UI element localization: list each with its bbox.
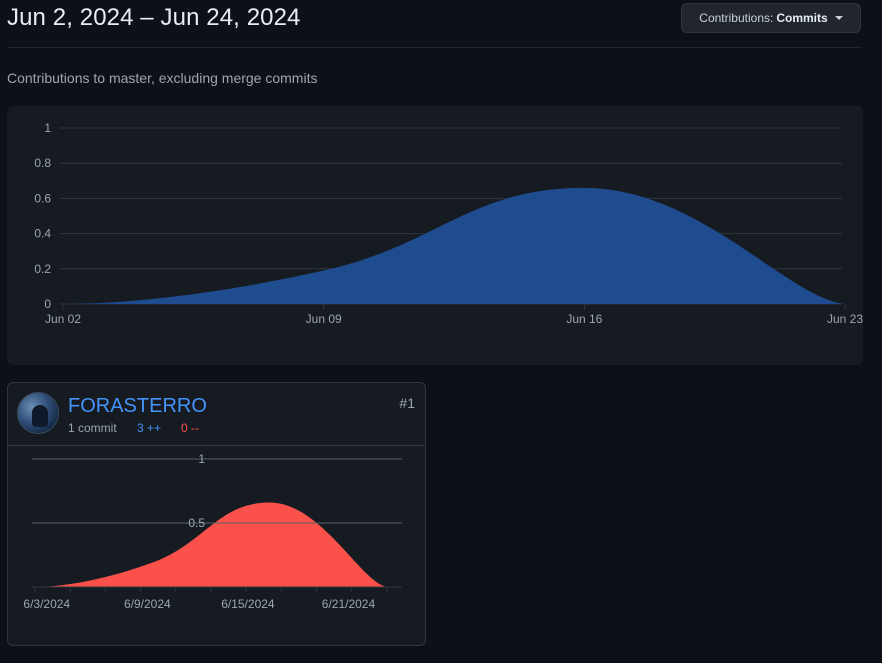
x-tick-label: 6/21/2024: [322, 597, 376, 611]
y-tick-label: 1: [198, 452, 205, 466]
contributor-card: FORASTERRO 1 commit 3 ++ 0 -- #1 0.5 1 6/3…: [7, 382, 426, 646]
x-tick-label: Jun 09: [306, 312, 342, 326]
area-series-commits: [63, 187, 845, 304]
x-tick-label: 6/9/2024: [124, 597, 171, 611]
y-tick-label: 0.8: [34, 156, 51, 170]
main-chart-container: 0 0.2 0.4 0.6 0.8 1 Jun 02 Jun 09 Jun 16 Jun 23: [7, 106, 863, 365]
caret-down-icon: [834, 16, 843, 20]
y-tick-label: 0: [44, 297, 51, 311]
contributor-chart: 0.5 1 6/3/2024 6/9/2024 6/15/2024 6/21/2024: [23, 452, 402, 611]
y-tick-label: 0.2: [34, 262, 51, 276]
area-series-contributor: [35, 502, 387, 587]
x-tick-label: 6/3/2024: [23, 597, 70, 611]
x-tick-label: 6/15/2024: [221, 597, 275, 611]
x-tick-label: Jun 02: [45, 312, 81, 326]
header-divider: [7, 47, 862, 48]
contributions-value: Commits: [776, 11, 828, 25]
chart-subtitle: Contributions to master, excluding merge…: [7, 70, 318, 86]
y-tick-label: 0.4: [34, 227, 51, 241]
y-tick-label: 0.6: [34, 191, 51, 205]
y-tick-label: 0.5: [188, 516, 205, 530]
main-contributions-chart: 0 0.2 0.4 0.6 0.8 1 Jun 02 Jun 09 Jun 16 Jun 23: [34, 121, 863, 326]
page-title: Jun 2, 2024 – Jun 24, 2024: [7, 4, 301, 31]
x-tick-label: Jun 23: [827, 312, 863, 326]
x-tick-label: Jun 16: [566, 312, 602, 326]
contributions-type-button[interactable]: Contributions: Commits: [681, 3, 861, 33]
contributions-prefix: Contributions:: [699, 11, 774, 25]
y-tick-label: 1: [44, 121, 51, 135]
